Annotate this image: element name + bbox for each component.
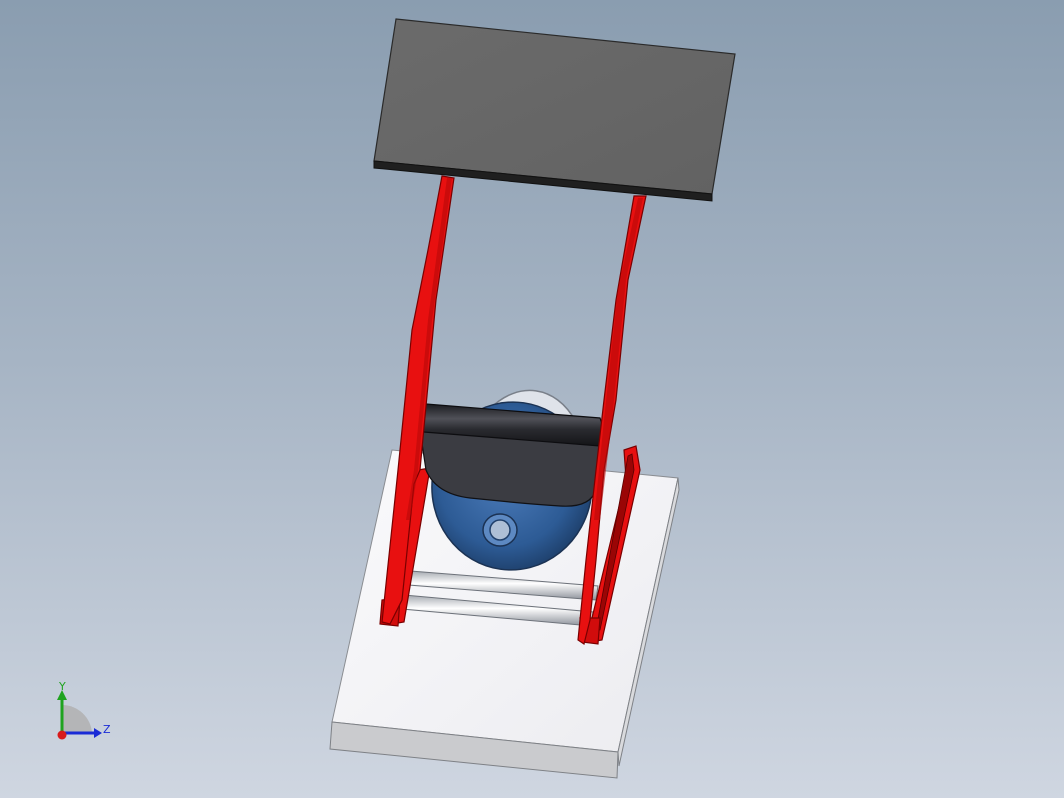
- cylinder-body[interactable]: [419, 403, 604, 507]
- triad-y-label: Y: [58, 680, 66, 693]
- orientation-triad: Y Z: [57, 680, 111, 740]
- triad-rotation-arc: [62, 704, 92, 733]
- triad-origin-x-icon: [57, 730, 67, 740]
- wheel-hub-hole: [489, 519, 511, 541]
- top-panel[interactable]: [373, 18, 736, 202]
- triad-z-label: Z: [103, 723, 111, 736]
- model-viewport[interactable]: Y Z: [0, 0, 1064, 798]
- triad-z-arrowhead: [94, 728, 102, 738]
